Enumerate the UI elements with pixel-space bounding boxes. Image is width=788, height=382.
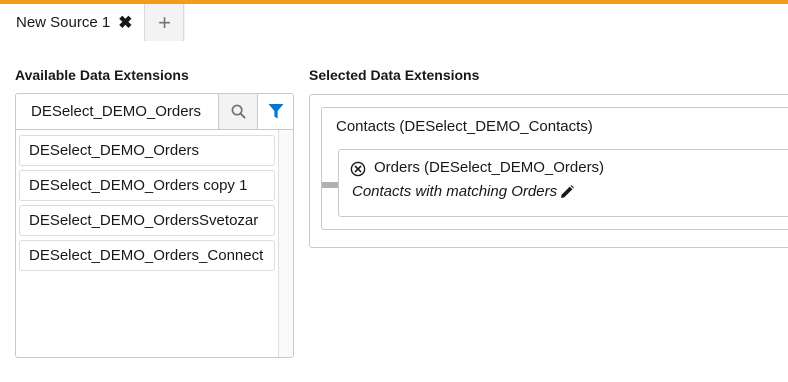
list-item[interactable]: DESelect_DEMO_Orders_Connect bbox=[19, 240, 275, 271]
joined-data-extension[interactable]: Orders (DESelect_DEMO_Orders) Contacts w… bbox=[338, 149, 788, 217]
joined-label: Orders (DESelect_DEMO_Orders) bbox=[374, 159, 605, 176]
list-item[interactable]: DESelect_DEMO_Orders copy 1 bbox=[19, 170, 275, 201]
tab-label: New Source 1 bbox=[16, 14, 111, 31]
list-item[interactable]: DESelect_DEMO_Orders bbox=[19, 135, 275, 166]
list-item[interactable]: DESelect_DEMO_OrdersSvetozar bbox=[19, 205, 275, 236]
relation-link[interactable]: Contacts with matching Orders bbox=[352, 183, 575, 200]
search-row bbox=[16, 94, 293, 130]
relation-text: Contacts with matching Orders bbox=[352, 183, 558, 200]
remove-icon[interactable] bbox=[350, 161, 366, 177]
filter-icon bbox=[268, 104, 283, 119]
available-panel: DESelect_DEMO_Orders DESelect_DEMO_Order… bbox=[15, 93, 294, 358]
filter-button[interactable] bbox=[258, 94, 293, 129]
available-title: Available Data Extensions bbox=[15, 67, 189, 83]
primary-label: Contacts (DESelect_DEMO_Contacts) bbox=[336, 118, 593, 135]
close-icon[interactable]: ✖ bbox=[118, 14, 132, 31]
primary-data-extension[interactable]: Contacts (DESelect_DEMO_Contacts) Orders… bbox=[321, 107, 788, 230]
join-connector bbox=[322, 182, 338, 188]
pencil-icon[interactable] bbox=[560, 184, 575, 199]
selected-panel: Contacts (DESelect_DEMO_Contacts) Orders… bbox=[309, 94, 788, 248]
tab-new-source-1[interactable]: New Source 1 ✖ bbox=[0, 4, 145, 41]
data-extension-list: DESelect_DEMO_Orders DESelect_DEMO_Order… bbox=[16, 130, 293, 357]
list-scrollbar[interactable] bbox=[278, 130, 293, 357]
search-button[interactable] bbox=[218, 94, 258, 129]
tab-strip-spacer bbox=[185, 4, 788, 41]
search-input[interactable] bbox=[16, 94, 218, 129]
selected-title: Selected Data Extensions bbox=[309, 67, 480, 83]
add-tab-button[interactable]: + bbox=[146, 4, 184, 41]
search-icon bbox=[231, 104, 246, 119]
tab-bar: New Source 1 ✖ + bbox=[0, 4, 788, 41]
